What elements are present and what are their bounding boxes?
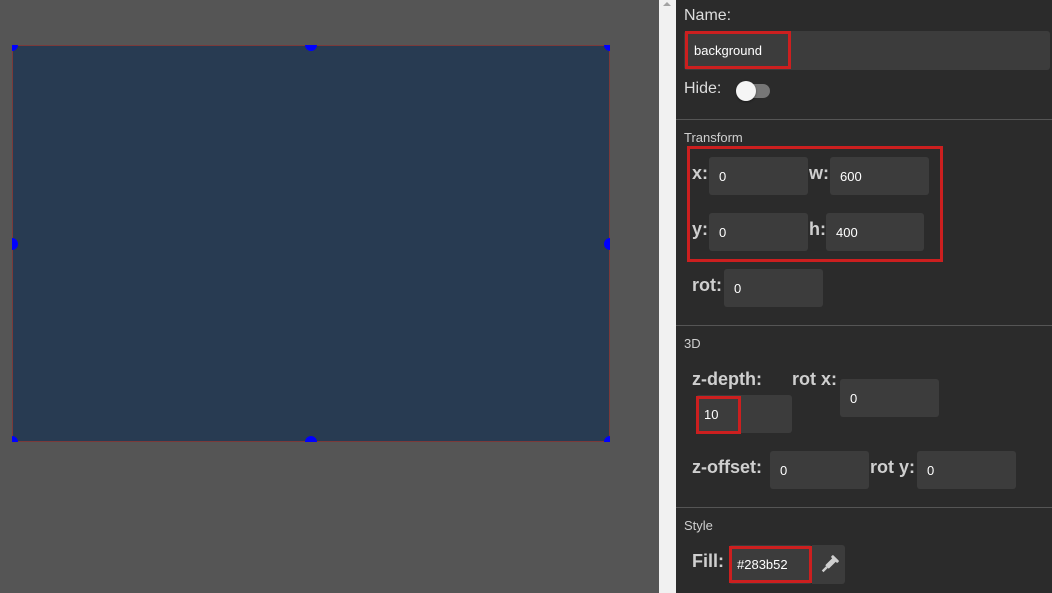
rot-x-label: rot x:	[792, 369, 837, 389]
y-label: y:	[692, 219, 709, 239]
w-input[interactable]	[830, 157, 929, 195]
style-section-title: Style	[684, 518, 713, 533]
name-input[interactable]	[684, 31, 1050, 70]
resize-handle-left[interactable]	[12, 238, 18, 250]
background-shape[interactable]	[12, 45, 610, 442]
panel-scrollbar[interactable]	[659, 0, 676, 593]
fill-color-input[interactable]	[729, 545, 812, 584]
properties-panel: Name: Hide: Transform x: w: y: h: rot: 3…	[676, 0, 1052, 593]
eyedropper-icon	[821, 555, 839, 573]
rot-y-input[interactable]	[917, 451, 1016, 489]
scroll-up-arrow-icon[interactable]	[663, 2, 671, 6]
rot-y-label: rot y:	[870, 457, 915, 477]
y-input[interactable]	[709, 213, 808, 251]
rot-input[interactable]	[724, 269, 823, 307]
z-offset-label: z-offset:	[692, 457, 762, 477]
z-depth-input[interactable]	[696, 395, 792, 433]
3d-section-title: 3D	[684, 336, 701, 351]
rot-x-input[interactable]	[840, 379, 939, 417]
section-divider	[676, 325, 1052, 326]
w-label: w:	[809, 163, 829, 183]
x-input[interactable]	[709, 157, 808, 195]
h-label: h:	[809, 219, 826, 239]
z-offset-input[interactable]	[770, 451, 869, 489]
section-divider	[676, 119, 1052, 120]
x-label: x:	[692, 163, 709, 183]
fill-label: Fill:	[692, 551, 724, 571]
section-divider	[676, 507, 1052, 508]
transform-section-title: Transform	[684, 130, 743, 145]
resize-handle-bottom-right[interactable]	[604, 436, 610, 442]
resize-handle-bottom-left[interactable]	[12, 436, 18, 442]
eyedropper-button[interactable]	[812, 545, 845, 584]
resize-handle-right[interactable]	[604, 238, 610, 250]
z-depth-label: z-depth:	[692, 369, 762, 389]
rot-label: rot:	[692, 275, 722, 295]
resize-handle-bottom[interactable]	[305, 436, 317, 442]
resize-handle-top-left[interactable]	[12, 45, 18, 51]
hide-toggle[interactable]	[736, 81, 770, 101]
toggle-knob	[736, 81, 756, 101]
resize-handle-top[interactable]	[305, 45, 317, 51]
hide-label: Hide:	[684, 80, 722, 97]
name-label: Name:	[684, 7, 732, 24]
canvas-area[interactable]	[0, 0, 659, 593]
resize-handle-top-right[interactable]	[604, 45, 610, 51]
h-input[interactable]	[826, 213, 924, 251]
